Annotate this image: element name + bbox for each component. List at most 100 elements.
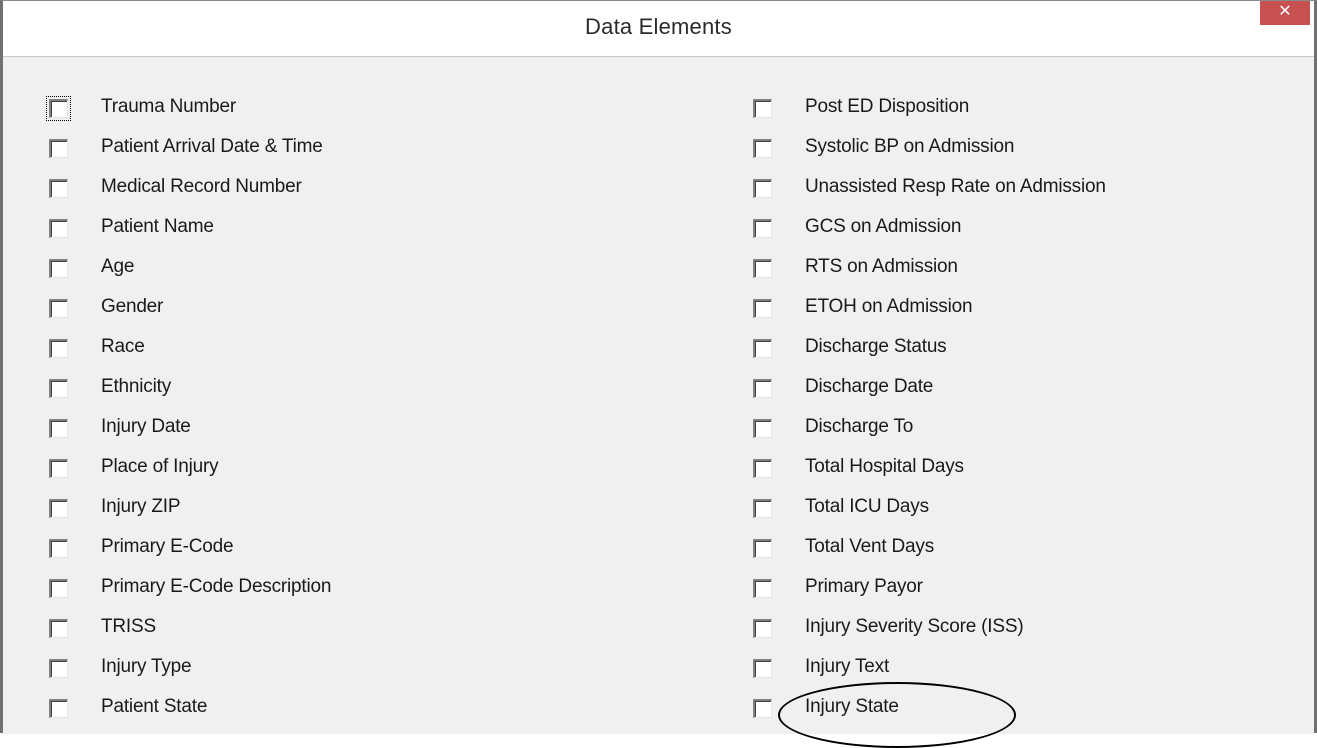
left-checkbox-row[interactable]: Injury ZIP (49, 495, 331, 535)
checkbox-label[interactable]: Gender (101, 295, 163, 319)
left-checkbox-row[interactable]: Gender (49, 295, 331, 335)
checkbox-label[interactable]: Patient Name (101, 215, 214, 239)
checkbox-label[interactable]: Injury Date (101, 415, 191, 439)
dialog-body: Trauma Number Patient Arrival Date & Time… (3, 57, 1314, 734)
right-checkbox-row[interactable]: Total Vent Days (753, 535, 1106, 575)
right-checkbox-row[interactable]: Systolic BP on Admission (753, 135, 1106, 175)
checkbox-label[interactable]: Systolic BP on Admission (805, 135, 1014, 159)
checkbox-label[interactable]: TRISS (101, 615, 156, 639)
right-checkbox-row[interactable]: Total ICU Days (753, 495, 1106, 535)
checkbox[interactable] (49, 659, 68, 678)
checkbox[interactable] (753, 499, 772, 518)
right-checkbox-row[interactable]: Injury Severity Score (ISS) (753, 615, 1106, 655)
left-checkbox-row[interactable]: Trauma Number (46, 95, 331, 135)
right-checkbox-row[interactable]: Primary Payor (753, 575, 1106, 615)
left-checkbox-row[interactable]: Place of Injury (49, 455, 331, 495)
checkbox-label[interactable]: Primary E-Code (101, 535, 234, 559)
right-checkbox-row[interactable]: Total Hospital Days (753, 455, 1106, 495)
checkbox[interactable] (753, 419, 772, 438)
left-checkbox-row[interactable]: TRISS (49, 615, 331, 655)
checkbox[interactable] (49, 419, 68, 438)
checkbox[interactable] (49, 619, 68, 638)
left-checkbox-row[interactable]: Injury Type (49, 655, 331, 695)
left-checkbox-row[interactable]: Patient State (49, 695, 331, 735)
checkbox-label[interactable]: Medical Record Number (101, 175, 302, 199)
right-checkbox-row[interactable]: Discharge To (753, 415, 1106, 455)
right-checkbox-row[interactable]: Discharge Status (753, 335, 1106, 375)
close-button[interactable]: ✕ (1260, 1, 1310, 25)
checkbox[interactable] (753, 659, 772, 678)
checkbox[interactable] (49, 139, 68, 158)
right-checkbox-row[interactable]: Unassisted Resp Rate on Admission (753, 175, 1106, 215)
checkbox[interactable] (753, 219, 772, 238)
checkbox-label[interactable]: Injury Text (805, 655, 889, 679)
left-checkbox-row[interactable]: Race (49, 335, 331, 375)
checkbox[interactable] (753, 259, 772, 278)
right-checkbox-row[interactable]: RTS on Admission (753, 255, 1106, 295)
checkbox[interactable] (49, 379, 68, 398)
checkbox-label[interactable]: Discharge Date (805, 375, 933, 399)
checkbox-label[interactable]: Post ED Disposition (805, 95, 969, 119)
checkbox-label[interactable]: Injury Type (101, 655, 192, 679)
left-checkbox-row[interactable]: Patient Name (49, 215, 331, 255)
title-bar[interactable]: Data Elements ✕ (3, 1, 1314, 57)
checkbox[interactable] (753, 459, 772, 478)
left-checkbox-row[interactable]: Primary E-Code Description (49, 575, 331, 615)
checkbox[interactable] (49, 259, 68, 278)
checkbox[interactable] (49, 699, 68, 718)
checkbox-label[interactable]: Total Vent Days (805, 535, 934, 559)
left-checkbox-row[interactable]: Patient Arrival Date & Time (49, 135, 331, 175)
checkbox[interactable] (49, 499, 68, 518)
checkbox-label[interactable]: Discharge To (805, 415, 913, 439)
left-checkbox-row[interactable]: Medical Record Number (49, 175, 331, 215)
checkbox[interactable] (753, 139, 772, 158)
checkbox-label[interactable]: Total Hospital Days (805, 455, 964, 479)
checkbox-label[interactable]: Patient Arrival Date & Time (101, 135, 323, 159)
right-checkbox-row[interactable]: Discharge Date (753, 375, 1106, 415)
right-checkbox-row[interactable]: ETOH on Admission (753, 295, 1106, 335)
left-checkbox-row[interactable]: Injury Date (49, 415, 331, 455)
checkbox[interactable] (49, 179, 68, 198)
left-checkbox-row[interactable]: Age (49, 255, 331, 295)
checkbox[interactable] (753, 179, 772, 198)
checkbox[interactable] (753, 379, 772, 398)
checkbox-label[interactable]: Unassisted Resp Rate on Admission (805, 175, 1106, 199)
checkbox-label[interactable]: GCS on Admission (805, 215, 961, 239)
checkbox[interactable] (49, 459, 68, 478)
right-checkbox-row[interactable]: Injury State (753, 695, 1106, 735)
focus-ring (46, 96, 71, 121)
checkbox-label[interactable]: Age (101, 255, 134, 279)
checkbox-label[interactable]: Discharge Status (805, 335, 947, 359)
checkbox[interactable] (753, 339, 772, 358)
checkbox-label[interactable]: Total ICU Days (805, 495, 929, 519)
checkbox-label[interactable]: Patient State (101, 695, 207, 719)
checkbox-label[interactable]: RTS on Admission (805, 255, 958, 279)
right-checkbox-row[interactable]: Post ED Disposition (753, 95, 1106, 135)
left-checkbox-row[interactable]: Primary E-Code (49, 535, 331, 575)
checkbox[interactable] (753, 539, 772, 558)
checkbox[interactable] (753, 619, 772, 638)
checkbox-label[interactable]: Ethnicity (101, 375, 171, 399)
checkbox-label[interactable]: Primary Payor (805, 575, 923, 599)
checkbox-label[interactable]: Injury State (805, 695, 899, 719)
checkbox[interactable] (753, 299, 772, 318)
checkbox[interactable] (49, 579, 68, 598)
checkbox-label[interactable]: Race (101, 335, 145, 359)
right-checkbox-row[interactable]: Injury Text (753, 655, 1106, 695)
checkbox[interactable] (49, 339, 68, 358)
checkbox[interactable] (49, 539, 68, 558)
checkbox[interactable] (753, 699, 772, 718)
checkbox-label[interactable]: ETOH on Admission (805, 295, 973, 319)
right-checkbox-row[interactable]: GCS on Admission (753, 215, 1106, 255)
checkbox-label[interactable]: Place of Injury (101, 455, 219, 479)
checkbox-label[interactable]: Primary E-Code Description (101, 575, 331, 599)
checkbox[interactable] (753, 99, 772, 118)
close-icon: ✕ (1278, 3, 1292, 20)
checkbox-label[interactable]: Injury ZIP (101, 495, 181, 519)
checkbox-label[interactable]: Trauma Number (101, 95, 236, 119)
checkbox[interactable] (753, 579, 772, 598)
left-checkbox-row[interactable]: Ethnicity (49, 375, 331, 415)
checkbox[interactable] (49, 299, 68, 318)
checkbox-label[interactable]: Injury Severity Score (ISS) (805, 615, 1024, 639)
checkbox[interactable] (49, 219, 68, 238)
